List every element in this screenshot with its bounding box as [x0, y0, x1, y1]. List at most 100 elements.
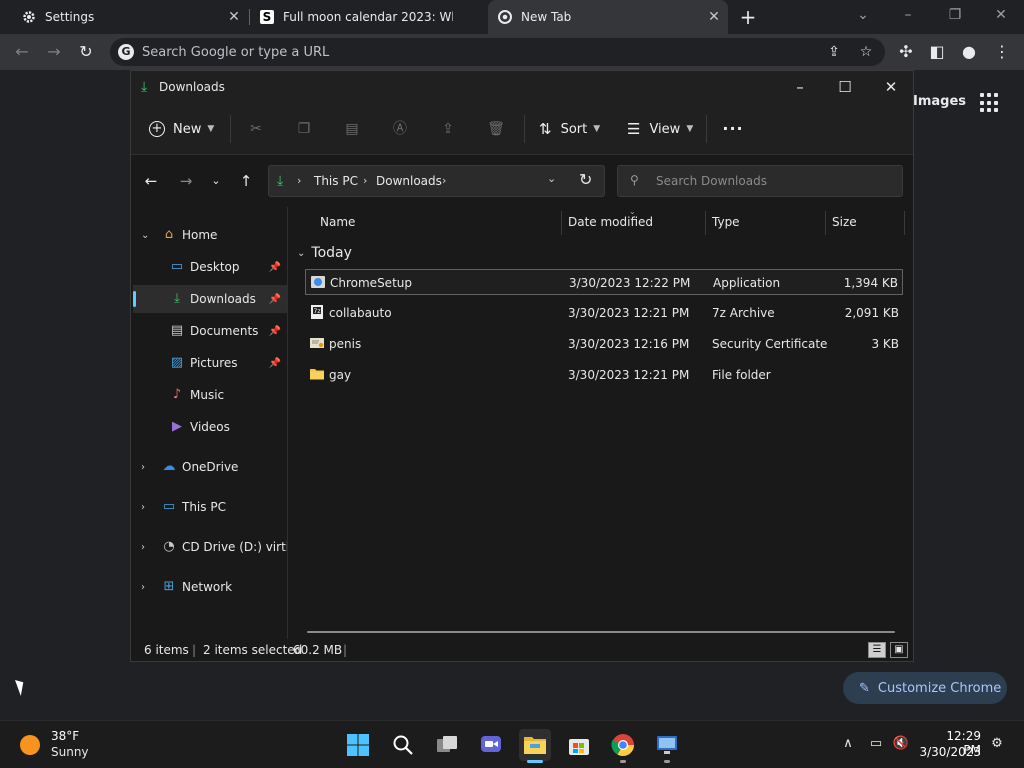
- tab-full-moon-calendar[interactable]: S Full moon calendar 2023: When t: [250, 0, 490, 34]
- weather-condition[interactable]: Sunny: [51, 745, 89, 759]
- nav-item-onedrive[interactable]: › ☁ OneDrive: [133, 453, 287, 481]
- group-header-today[interactable]: ⌄ Today: [297, 245, 352, 261]
- details-view-icon[interactable]: ☰: [868, 642, 886, 658]
- nav-item-pictures[interactable]: ▨ Pictures 📌: [133, 349, 287, 377]
- nav-item-cd-drive[interactable]: › ◔ CD Drive (D:) virtio-w: [133, 533, 287, 561]
- search-box[interactable]: ⚲: [617, 165, 903, 197]
- maximize-icon[interactable]: ☐: [830, 75, 860, 99]
- column-divider[interactable]: [561, 211, 562, 235]
- file-row[interactable]: ChromeSetup 3/30/2023 12:22 PM Applicati…: [305, 269, 903, 295]
- side-panel-icon[interactable]: ◧: [925, 40, 949, 64]
- network-monitor-icon[interactable]: ▭: [867, 735, 885, 753]
- bookmark-star-icon[interactable]: ☆: [856, 42, 876, 62]
- tab-new-tab[interactable]: New Tab ✕: [488, 0, 728, 34]
- chevron-right-icon[interactable]: ›: [141, 462, 145, 473]
- refresh-icon[interactable]: ↻: [579, 170, 592, 189]
- close-tab-icon[interactable]: ✕: [706, 9, 722, 25]
- rename-icon[interactable]: Ⓐ: [389, 118, 411, 140]
- breadcrumb-downloads[interactable]: Downloads: [376, 174, 442, 188]
- column-header-type[interactable]: Type: [712, 215, 740, 235]
- restore-icon[interactable]: ❐: [941, 4, 969, 26]
- microsoft-store-icon[interactable]: [563, 729, 595, 761]
- column-header-name[interactable]: Name: [320, 215, 355, 235]
- nav-item-documents[interactable]: ▤ Documents 📌: [133, 317, 287, 345]
- pin-icon[interactable]: 📌: [269, 262, 281, 273]
- new-button[interactable]: + New ▼: [149, 118, 214, 140]
- start-windows-icon[interactable]: [342, 729, 374, 761]
- chevron-down-icon[interactable]: ⌄: [141, 230, 149, 241]
- notifications-icon[interactable]: ⚙: [988, 735, 1006, 753]
- clock-date[interactable]: 3/30/2023: [916, 745, 981, 759]
- omnibox[interactable]: G ⇪ ☆: [110, 38, 885, 66]
- breadcrumb-chevron-icon[interactable]: ›: [297, 174, 301, 187]
- extensions-puzzle-icon[interactable]: ✣: [894, 40, 918, 64]
- teams-chat-icon[interactable]: [475, 729, 507, 761]
- share-icon[interactable]: ⇪: [437, 118, 459, 140]
- chevron-right-icon[interactable]: ›: [141, 502, 145, 513]
- column-header-date[interactable]: Date modified: [568, 215, 653, 235]
- chevron-right-icon[interactable]: ›: [141, 542, 145, 553]
- file-explorer-taskbar-icon[interactable]: [519, 729, 551, 763]
- copy-icon[interactable]: ❐: [293, 118, 315, 140]
- customize-chrome-button[interactable]: ✎ Customize Chrome: [843, 672, 1007, 704]
- reload-icon[interactable]: ↻: [74, 40, 98, 64]
- up-arrow-icon[interactable]: ↑: [235, 169, 257, 193]
- show-hidden-icons-chevron-icon[interactable]: ∧: [839, 735, 857, 753]
- menu-kebab-icon[interactable]: ⋮: [990, 40, 1014, 64]
- minimize-icon[interactable]: –: [894, 4, 922, 26]
- new-tab-plus-icon[interactable]: +: [738, 6, 758, 28]
- search-input[interactable]: [656, 166, 896, 196]
- tab-settings[interactable]: Settings ✕: [0, 0, 248, 34]
- column-header-size[interactable]: Size: [832, 215, 857, 235]
- cut-icon[interactable]: ✂: [245, 118, 267, 140]
- pin-icon[interactable]: 📌: [269, 358, 281, 369]
- explorer-title-bar[interactable]: ⤓ Downloads – ☐ ✕: [131, 71, 913, 103]
- remote-desktop-icon[interactable]: [651, 729, 683, 763]
- volume-muted-icon[interactable]: 🔇: [892, 735, 910, 753]
- view-button[interactable]: ☰ View ▼: [627, 118, 693, 140]
- tab-search-chevron-icon[interactable]: ⌄: [849, 4, 877, 26]
- file-row[interactable]: penis 3/30/2023 12:16 PM Security Certif…: [305, 331, 903, 357]
- breadcrumb-chevron-icon[interactable]: ›: [442, 174, 446, 187]
- more-options-icon[interactable]: ···: [721, 118, 745, 140]
- omnibox-input[interactable]: [142, 38, 822, 66]
- pin-icon[interactable]: 📌: [269, 294, 281, 305]
- close-window-icon[interactable]: ✕: [987, 4, 1015, 26]
- address-history-chevron-icon[interactable]: ⌄: [547, 172, 556, 185]
- forward-arrow-icon[interactable]: →: [175, 169, 197, 193]
- nav-item-music[interactable]: ♪ Music: [133, 381, 287, 409]
- ntp-images-link[interactable]: Images: [913, 94, 966, 109]
- column-divider[interactable]: [825, 211, 826, 235]
- nav-item-downloads[interactable]: ⤓ Downloads 📌: [133, 285, 287, 313]
- share-icon[interactable]: ⇪: [824, 42, 844, 62]
- sort-button[interactable]: ⇅ Sort ▼: [539, 118, 600, 140]
- address-bar[interactable]: ⤓ › This PC › Downloads › ⌄ ↻: [268, 165, 605, 197]
- back-arrow-icon[interactable]: ←: [140, 169, 162, 193]
- back-arrow-icon[interactable]: ←: [10, 40, 34, 64]
- forward-arrow-icon[interactable]: →: [42, 40, 66, 64]
- delete-icon[interactable]: 🗑: [485, 118, 507, 140]
- column-divider[interactable]: [904, 211, 905, 235]
- google-apps-grid-icon[interactable]: [980, 93, 1000, 113]
- chrome-taskbar-icon[interactable]: [607, 729, 639, 763]
- column-divider[interactable]: [705, 211, 706, 235]
- task-view-icon[interactable]: [431, 729, 463, 761]
- search-icon[interactable]: [387, 729, 419, 761]
- profile-avatar-icon[interactable]: ●: [957, 40, 981, 64]
- close-window-icon[interactable]: ✕: [876, 75, 906, 99]
- weather-temperature[interactable]: 38°F: [51, 729, 79, 743]
- nav-item-network[interactable]: › ⊞ Network: [133, 573, 287, 601]
- file-row[interactable]: 7z collabauto 3/30/2023 12:21 PM 7z Arch…: [305, 300, 903, 326]
- horizontal-scrollbar[interactable]: [307, 631, 895, 633]
- breadcrumb-this-pc[interactable]: This PC: [314, 174, 358, 188]
- pin-icon[interactable]: 📌: [269, 326, 281, 337]
- minimize-icon[interactable]: –: [785, 75, 815, 99]
- breadcrumb-chevron-icon[interactable]: ›: [363, 174, 367, 187]
- paste-icon[interactable]: ▤: [341, 118, 363, 140]
- file-row[interactable]: gay 3/30/2023 12:21 PM File folder: [305, 362, 903, 388]
- sun-weather-icon[interactable]: [20, 735, 40, 755]
- close-tab-icon[interactable]: ✕: [226, 9, 242, 25]
- nav-item-desktop[interactable]: ▭ Desktop 📌: [133, 253, 287, 281]
- chevron-right-icon[interactable]: ›: [141, 582, 145, 593]
- nav-item-videos[interactable]: ▶ Videos: [133, 413, 287, 441]
